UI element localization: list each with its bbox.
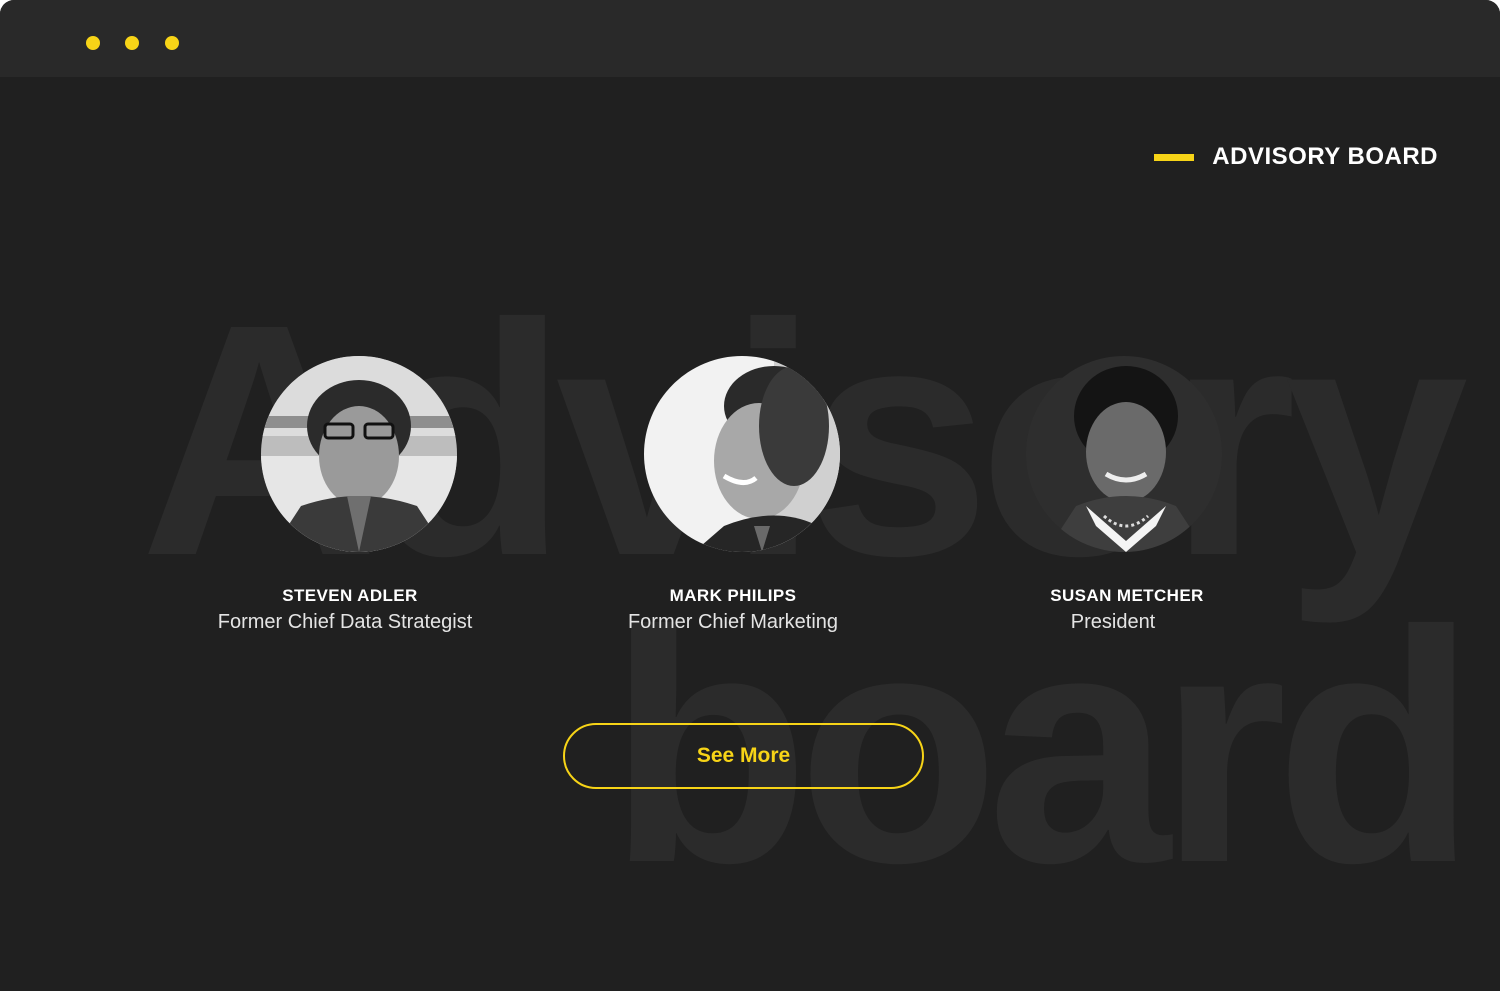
browser-window: Advisory board ADVISORY BOARD STEVEN ADL… — [0, 0, 1500, 991]
window-titlebar — [0, 0, 1500, 77]
section-title: ADVISORY BOARD — [1212, 143, 1438, 170]
portrait-photo — [1026, 356, 1222, 552]
avatar-steven-adler[interactable] — [261, 356, 457, 552]
window-dot-3[interactable] — [165, 36, 179, 50]
section-header: ADVISORY BOARD — [1154, 143, 1438, 171]
member-name: MARK PHILIPS — [669, 586, 797, 605]
member-role: Former Chief Data Strategist — [217, 611, 473, 633]
member-role: Former Chief Marketing — [627, 611, 839, 633]
member-name: STEVEN ADLER — [282, 586, 418, 605]
avatar-mark-philips[interactable] — [644, 356, 840, 552]
portrait-photo — [644, 356, 840, 552]
see-more-button[interactable]: See More — [563, 723, 924, 789]
accent-bar — [1154, 153, 1195, 161]
portrait-photo — [261, 356, 457, 552]
member-name: SUSAN METCHER — [1050, 586, 1204, 605]
member-role: President — [1070, 611, 1156, 633]
avatar-susan-metcher[interactable] — [1026, 356, 1222, 552]
window-dot-1[interactable] — [86, 36, 100, 50]
window-dot-2[interactable] — [125, 36, 139, 50]
